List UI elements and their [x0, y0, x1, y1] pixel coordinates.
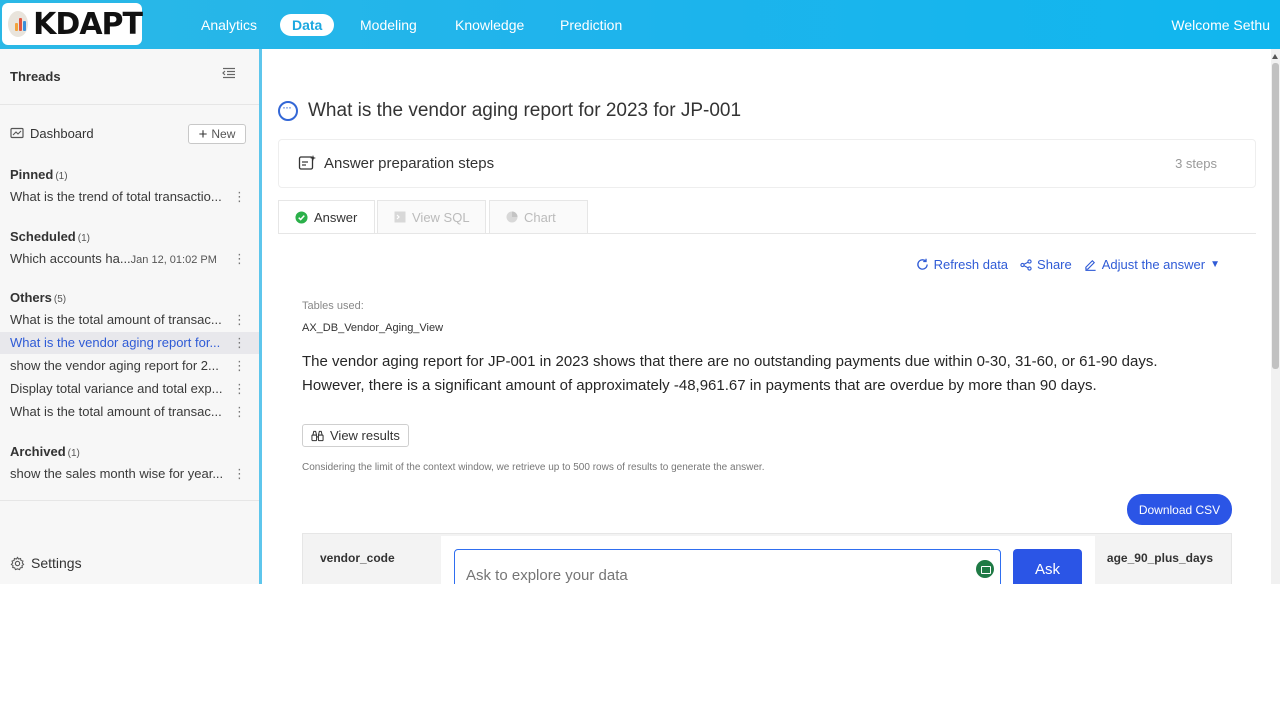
refresh-data-button[interactable]: Refresh data: [916, 257, 1008, 272]
brand-name: KDAPT: [33, 6, 143, 42]
answer-steps-label: Answer preparation steps: [324, 154, 495, 172]
more-options-icon[interactable]: ⋮: [233, 378, 246, 400]
thread-item[interactable]: show the sales month wise for year... ⋮: [0, 463, 259, 485]
share-icon: [1020, 258, 1032, 271]
app-window: KDAPT Analytics Data Modeling Knowledge …: [0, 0, 1280, 584]
voice-input-icon[interactable]: [976, 560, 994, 578]
adjust-answer-dropdown[interactable]: Adjust the answer ▼: [1084, 257, 1220, 272]
nav-modeling[interactable]: Modeling: [360, 14, 417, 36]
sql-icon: [394, 211, 406, 223]
chat-bubble-icon: [278, 100, 298, 121]
answer-steps-header: Answer preparation steps: [298, 154, 494, 172]
thread-item-active[interactable]: What is the vendor aging report for... ⋮: [0, 332, 259, 354]
dashboard-link[interactable]: Dashboard: [10, 126, 94, 141]
column-header-age-90-plus[interactable]: age_90_plus_days: [1107, 551, 1213, 565]
answer-summary: The vendor aging report for JP-001 in 20…: [302, 353, 1158, 394]
table-name: AX_DB_Vendor_Aging_View: [302, 322, 444, 334]
thread-item[interactable]: What is the total amount of transac... ⋮: [0, 401, 259, 423]
nav-analytics[interactable]: Analytics: [201, 14, 257, 36]
main-scrollbar[interactable]: [1271, 49, 1280, 584]
binoculars-icon: [311, 430, 324, 441]
more-options-icon[interactable]: ⋮: [233, 332, 246, 354]
threads-heading: Threads: [10, 69, 61, 84]
new-thread-button[interactable]: + New: [188, 124, 246, 144]
scrollbar-thumb[interactable]: [1272, 63, 1279, 369]
more-options-icon[interactable]: ⋮: [233, 248, 246, 270]
edit-icon: [1085, 259, 1096, 271]
refresh-icon: [916, 258, 928, 270]
nav-prediction[interactable]: Prediction: [560, 14, 622, 36]
context-limit-note: Considering the limit of the context win…: [302, 462, 765, 473]
thread-item[interactable]: show the vendor aging report for 2... ⋮: [0, 355, 259, 377]
new-thread-label: New: [211, 127, 236, 141]
dashboard-icon: [10, 127, 24, 139]
tab-view-sql[interactable]: View SQL: [377, 200, 486, 234]
others-section-heading: Others (5): [10, 290, 67, 305]
collapse-sidebar-icon[interactable]: [222, 67, 238, 81]
steps-sparkle-icon: [298, 155, 316, 170]
archived-section-heading: Archived (1): [10, 444, 80, 459]
answer-steps-panel[interactable]: Answer preparation steps 3 steps: [278, 139, 1256, 188]
view-results-button[interactable]: View results: [302, 424, 409, 447]
plus-icon: +: [198, 125, 208, 143]
tab-chart[interactable]: Chart: [489, 200, 588, 234]
pinned-section-heading: Pinned (1): [10, 167, 68, 182]
more-options-icon[interactable]: ⋮: [233, 309, 246, 331]
share-button[interactable]: Share: [1020, 257, 1072, 272]
settings-label: Settings: [31, 555, 82, 571]
ask-bar: Ask: [441, 536, 1095, 584]
thread-item[interactable]: What is the total amount of transac... ⋮: [0, 309, 259, 331]
tab-answer[interactable]: Answer: [278, 200, 375, 234]
sidebar-divider: [0, 104, 259, 105]
ask-button[interactable]: Ask: [1013, 549, 1082, 584]
tables-used-label: Tables used:: [302, 300, 364, 312]
answer-content: Refresh data Share Adjust the answer ▼ T…: [278, 233, 1256, 584]
column-header-vendor-code[interactable]: vendor_code: [320, 551, 395, 565]
dashboard-label: Dashboard: [30, 126, 94, 141]
threads-sidebar: Threads Dashboard + New Pinned (1) What i…: [0, 49, 262, 584]
scheduled-section-heading: Scheduled (1): [10, 229, 90, 244]
answer-panel: What is the vendor aging report for 2023…: [265, 49, 1269, 584]
scroll-up-arrow-icon[interactable]: [1272, 54, 1278, 59]
logo[interactable]: KDAPT: [2, 3, 143, 45]
check-circle-icon: [295, 210, 308, 224]
ask-input[interactable]: [454, 549, 1001, 584]
top-nav-bar: KDAPT Analytics Data Modeling Knowledge …: [0, 0, 1280, 49]
caret-down-icon: ▼: [1210, 259, 1220, 270]
more-options-icon[interactable]: ⋮: [233, 186, 246, 208]
download-csv-button[interactable]: Download CSV: [1127, 494, 1232, 525]
gear-icon: [10, 556, 25, 570]
nav-knowledge[interactable]: Knowledge: [455, 14, 524, 36]
logo-chart-icon: [8, 11, 29, 37]
welcome-user[interactable]: Welcome Sethu: [1171, 14, 1270, 36]
sidebar-divider: [0, 500, 259, 501]
question-title: What is the vendor aging report for 2023…: [278, 100, 741, 122]
more-options-icon[interactable]: ⋮: [233, 463, 246, 485]
pie-chart-icon: [506, 211, 518, 223]
nav-data[interactable]: Data: [280, 14, 335, 36]
question-text: What is the vendor aging report for 2023…: [308, 100, 742, 121]
more-options-icon[interactable]: ⋮: [233, 355, 246, 377]
thread-item[interactable]: Display total variance and total exp... ⋮: [0, 378, 259, 400]
answer-actions: Refresh data Share Adjust the answer ▼: [916, 257, 1220, 272]
steps-count: 3 steps: [1175, 156, 1217, 171]
settings-link[interactable]: Settings: [10, 555, 82, 571]
thread-item[interactable]: Which accounts ha...Jan 12, 01:02 PM ⋮: [0, 248, 259, 270]
more-options-icon[interactable]: ⋮: [233, 401, 246, 423]
thread-item[interactable]: What is the trend of total transactio...…: [0, 186, 259, 208]
